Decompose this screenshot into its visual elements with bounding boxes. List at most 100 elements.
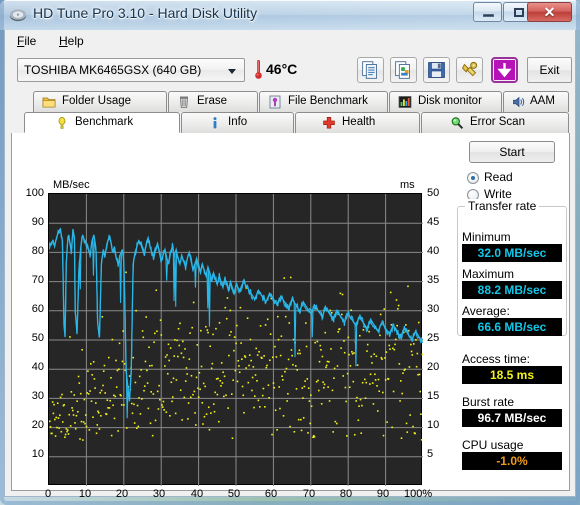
info-icon [213, 117, 217, 129]
benchmark-chart [48, 193, 424, 486]
x-tick: 60 [264, 488, 278, 500]
tab-disk-monitor[interactable]: Disk monitor [389, 91, 502, 112]
bulb-icon [58, 117, 66, 129]
x-tick: 80 [339, 488, 353, 500]
menu-file-rest: ile [24, 34, 37, 48]
tab-error-scan[interactable]: Error Scan [421, 112, 569, 133]
red-cross-icon [323, 117, 335, 129]
burst-rate-value: 96.7 MB/sec [462, 409, 562, 427]
x-tick: 0 [44, 488, 52, 500]
tab-aam-label: AAM [530, 95, 555, 107]
tab-health[interactable]: Health [295, 112, 420, 133]
save-icon [428, 62, 445, 78]
magnifier-icon [451, 117, 464, 129]
tab-info[interactable]: Info [181, 112, 294, 133]
menu-item-help[interactable]: Help [53, 33, 90, 49]
title-bar: HD Tune Pro 3.10 - Hard Disk Utility ✕ [0, 0, 580, 30]
tab-benchmark[interactable]: Benchmark [24, 112, 180, 133]
hard-disk-icon [10, 9, 26, 22]
chart-svg [48, 194, 424, 486]
radio-read-label: Read [484, 170, 513, 184]
x-tick: 90 [376, 488, 390, 500]
download-icon [494, 60, 515, 80]
options-wrench-icon [461, 61, 478, 77]
drive-select-value: TOSHIBA MK6465GSX (640 GB) [24, 63, 202, 77]
access-time-value: 18.5 ms [462, 366, 562, 384]
y-tick: 70 [31, 274, 44, 286]
maximum-value: 88.2 MB/sec [462, 281, 562, 299]
chart-y2label: ms [400, 179, 415, 191]
chevron-down-icon [228, 69, 236, 74]
copy-text-button[interactable] [357, 57, 384, 83]
chart-plot-area [48, 193, 424, 486]
close-icon: ✕ [543, 4, 556, 20]
client-area: File Help TOSHIBA MK6465GSX (640 GB) 46°… [4, 30, 576, 500]
minimize-icon [474, 3, 501, 21]
x-tick: 50 [227, 488, 241, 500]
menu-item-file[interactable]: File [11, 33, 42, 49]
copy-image-icon [395, 61, 410, 79]
maximum-label: Maximum [462, 267, 515, 281]
y-tick: 10 [31, 448, 44, 460]
y-tick: 80 [31, 245, 44, 257]
tab-disk-monitor-label: Disk monitor [418, 95, 482, 107]
radio-read-dot [467, 172, 479, 184]
average-value: 66.6 MB/sec [462, 318, 562, 336]
y-tick: 90 [31, 216, 44, 228]
average-label: Average: [462, 304, 510, 318]
copy-text-icon [362, 61, 377, 79]
exit-button[interactable]: Exit [527, 57, 572, 83]
close-button[interactable]: ✕ [527, 2, 572, 22]
tab-health-label: Health [342, 116, 376, 128]
toolbar: TOSHIBA MK6465GSX (640 GB) 46°C Exit [5, 51, 575, 91]
y-tick: 40 [31, 361, 44, 373]
temperature-value: 46°C [266, 61, 298, 77]
file-benchmark-icon [269, 95, 281, 109]
transfer-rate-group-label: Transfer rate [465, 199, 540, 213]
x-tick: 20 [115, 488, 129, 500]
x-tick: 70 [302, 488, 316, 500]
save-button[interactable] [423, 57, 450, 83]
minimum-label: Minimum [462, 230, 511, 244]
folder-icon [42, 97, 56, 108]
cpu-usage-value: -1.0% [462, 452, 562, 470]
x-tick: 10 [78, 488, 92, 500]
window-title: HD Tune Pro 3.10 - Hard Disk Utility [33, 5, 258, 21]
drive-select[interactable]: TOSHIBA MK6465GSX (640 GB) [17, 58, 245, 82]
burst-rate-label: Burst rate [462, 395, 515, 409]
bar-chart-icon [398, 96, 412, 108]
tab-erase-label: Erase [197, 95, 228, 107]
results-panel: Start Read Write Transfer rate Minimum 3… [431, 133, 571, 491]
minimize-button[interactable] [473, 2, 502, 22]
benchmark-page: MB/sec ms 100 90 80 70 60 50 40 30 20 10… [11, 133, 571, 500]
speaker-icon [513, 96, 525, 108]
tab-info-label: Info [228, 116, 248, 128]
minimum-value: 32.0 MB/sec [462, 244, 562, 262]
options-button[interactable] [456, 57, 483, 83]
application-window: HD Tune Pro 3.10 - Hard Disk Utility ✕ F… [0, 0, 580, 505]
tab-erase[interactable]: Erase [168, 91, 258, 112]
y-tick: 30 [31, 390, 44, 402]
download-button[interactable] [491, 57, 518, 83]
chart-ylabel: MB/sec [53, 179, 90, 191]
tab-benchmark-label: Benchmark [75, 116, 134, 128]
tab-aam[interactable]: AAM [503, 91, 569, 112]
tab-file-benchmark[interactable]: File Benchmark [259, 91, 388, 112]
tab-folder-usage[interactable]: Folder Usage [33, 91, 167, 112]
menu-bar: File Help [5, 30, 575, 51]
x-tick: 40 [190, 488, 204, 500]
tab-folder-usage-label: Folder Usage [62, 95, 132, 107]
thermometer-icon [255, 60, 262, 79]
y-tick: 50 [31, 332, 44, 344]
start-button[interactable]: Start [469, 141, 555, 163]
tab-file-benchmark-label: File Benchmark [288, 95, 368, 107]
y-tick: 60 [31, 303, 44, 315]
menu-help-rest: elp [67, 34, 84, 48]
y-tick: 20 [31, 419, 44, 431]
tab-row-secondary: Folder Usage Erase File Benchmark Disk m… [5, 91, 575, 112]
x-tick: 30 [152, 488, 166, 500]
tab-row-primary: Benchmark Info Health Error Scan [5, 112, 575, 134]
copy-image-button[interactable] [390, 57, 417, 83]
access-time-label: Access time: [462, 352, 531, 366]
tab-error-scan-label: Error Scan [470, 116, 525, 128]
